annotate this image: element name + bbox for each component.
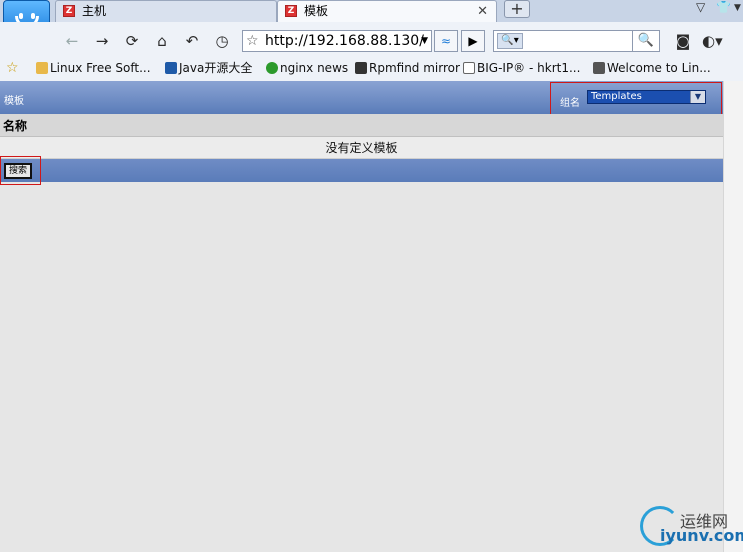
g-icon <box>266 62 278 74</box>
group-select[interactable]: Templates ▼ <box>587 90 706 104</box>
close-tab-icon[interactable]: ✕ <box>477 1 488 22</box>
open-icon <box>165 62 177 74</box>
home-icon[interactable]: ⌂ <box>152 31 172 51</box>
address-dropdown-icon[interactable]: ▼ <box>421 31 428 51</box>
history-icon[interactable]: ◷ <box>212 31 232 51</box>
page-title: 模板 <box>4 96 24 107</box>
tab-list-icon[interactable]: ▽ <box>696 0 705 14</box>
bookmark-item[interactable]: Linux Free Soft... <box>36 60 151 76</box>
zabbix-favicon-icon: Z <box>285 5 297 17</box>
theme-icon[interactable]: ◐▾ <box>702 31 723 51</box>
group-select-value: Templates <box>591 91 642 102</box>
zabbix-favicon-icon: Z <box>63 5 75 17</box>
new-tab-button[interactable]: + <box>504 0 530 18</box>
penguin-icon <box>355 62 367 74</box>
forward-icon[interactable]: → <box>92 31 112 51</box>
tab-templates-label: 模板 <box>304 4 329 18</box>
box-icon <box>36 62 48 74</box>
menu-arrow-icon[interactable]: ▼ <box>734 3 741 13</box>
reload-icon[interactable]: ⟳ <box>122 31 142 51</box>
bookmark-star-icon[interactable]: ☆ <box>246 31 259 51</box>
tab-hosts-label: 主机 <box>82 4 107 18</box>
tab-templates[interactable]: Z 模板 ✕ <box>277 0 497 22</box>
bookmark-item[interactable]: BIG-IP® - hkrt1... <box>463 60 580 76</box>
address-bar[interactable]: ☆ http://192.168.88.130/ ▼ <box>242 30 432 52</box>
empty-message: 没有定义模板 <box>325 141 398 155</box>
chevron-down-icon[interactable]: ▼ <box>690 91 705 103</box>
page-icon <box>463 62 475 74</box>
bookmark-item[interactable]: Welcome to Lin... <box>593 60 711 76</box>
vertical-scrollbar[interactable] <box>723 81 743 552</box>
search-button[interactable]: 搜索 <box>4 163 32 179</box>
go-icon[interactable]: ▶ <box>461 30 485 52</box>
shirt-icon[interactable]: 👕 <box>716 0 731 14</box>
figures-icon <box>593 62 605 74</box>
bookmark-item[interactable]: nginx news <box>266 60 348 76</box>
address-url: http://192.168.88.130/ <box>265 33 424 49</box>
table-footer <box>0 159 723 182</box>
search-input[interactable]: 🔍▾ 🔍 <box>493 30 660 52</box>
search-engine-icon[interactable]: 🔍▾ <box>497 33 523 49</box>
undo-icon[interactable]: ↶ <box>182 31 202 51</box>
tool-icon[interactable]: ◙ <box>673 31 693 51</box>
tab-hosts[interactable]: Z 主机 <box>55 0 277 22</box>
group-label: 组名 <box>560 98 580 109</box>
bookmarks-star-icon[interactable]: ☆ <box>6 60 19 76</box>
search-icon[interactable]: 🔍 <box>632 31 659 51</box>
bookmark-item[interactable]: Java开源大全 <box>165 60 252 76</box>
back-icon[interactable]: ← <box>62 31 82 51</box>
table-header <box>0 114 723 137</box>
bookmark-item[interactable]: Rpmfind mirror <box>355 60 460 76</box>
column-header-name[interactable]: 名称 <box>3 117 27 134</box>
page-action-icon[interactable]: ≈ <box>434 30 458 52</box>
watermark-domain: iyunv.com <box>660 526 743 545</box>
